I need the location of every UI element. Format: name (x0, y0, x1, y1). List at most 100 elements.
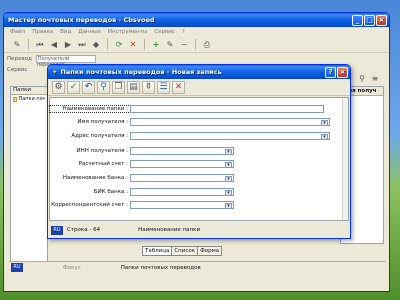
edit-record-icon[interactable]: ✎ (165, 40, 175, 50)
menu-file[interactable]: Файл (10, 29, 25, 35)
form-row: Адрес получателя : ▾ (50, 131, 350, 140)
folder-name-input[interactable] (130, 104, 324, 113)
form-scrollbar[interactable] (342, 98, 348, 220)
menu-bar: Файл Правка Вид Данные Инструменты Серви… (4, 27, 389, 37)
corr-account-input[interactable]: ▾ (130, 200, 234, 209)
chevron-down-icon[interactable]: ▾ (225, 175, 232, 182)
record-form: Наименование папки : Имя получателя : ▾ … (49, 97, 349, 221)
language-indicator[interactable]: RU (11, 263, 23, 272)
filter-icon[interactable]: ⚲ (357, 73, 367, 83)
transfer-label: Перевод (7, 55, 32, 62)
form-row: Наименование папки : (49, 104, 350, 113)
dialog-help-button[interactable]: ? (325, 66, 336, 78)
tab-form[interactable]: Форма (197, 246, 223, 256)
service-label: Сервис (7, 66, 28, 73)
toolbar-separator (107, 39, 108, 50)
chevron-down-icon[interactable]: ▾ (321, 119, 328, 126)
remove-icon[interactable]: − (179, 40, 189, 50)
menu-tools[interactable]: Инструменты (108, 29, 147, 35)
bank-name-input[interactable]: ▾ (130, 173, 234, 182)
row-indicator: Строка - 64 (67, 227, 101, 233)
menu-view[interactable]: Вид (60, 29, 71, 35)
dialog-app-icon: ✦ (52, 68, 58, 76)
prev-record-icon[interactable]: ◀ (49, 40, 59, 50)
status-center: Папки почтовых переводов (120, 264, 201, 271)
folder-item[interactable]: Папки почтовых (11, 95, 47, 103)
add-icon[interactable]: + (151, 40, 161, 50)
view-tabs: Таблица Список Форма (142, 246, 223, 256)
settings-icon[interactable]: ≡ (370, 73, 380, 83)
form-row: Наименование банка : ▾ (50, 173, 350, 182)
bik-input[interactable]: ▾ (130, 187, 234, 196)
chevron-down-icon[interactable]: ▾ (225, 148, 232, 155)
field-label: Наименование банка : (62, 174, 128, 181)
field-label: Наименование папки : (49, 104, 131, 113)
account-input[interactable]: ▾ (130, 159, 234, 168)
toolbar-separator (195, 39, 196, 50)
current-field-indicator: Наименование папки (138, 227, 201, 233)
save-check-icon[interactable]: ✓ (67, 80, 80, 94)
menu-data[interactable]: Данные (78, 29, 101, 35)
menu-service[interactable]: Сервис (154, 29, 175, 35)
dialog-title: Папки почтовых переводов - Новая запись (60, 68, 222, 76)
form-row: БИК банка : ▾ (50, 187, 350, 196)
close-button[interactable]: × (376, 14, 387, 26)
folders-panel: Папки Папки почтовых (10, 86, 48, 266)
dialog-title-bar[interactable]: ✦ Папки почтовых переводов - Новая запис… (48, 65, 350, 79)
paste-icon[interactable]: ▤ (127, 80, 140, 94)
first-record-icon[interactable]: ⏮ (35, 40, 45, 50)
recipient-inn-input[interactable]: ▾ (130, 146, 234, 155)
field-label: Имя получателя : (77, 118, 128, 125)
dialog-close-button[interactable]: × (337, 66, 348, 78)
more-icon[interactable]: ◆ (91, 40, 101, 50)
recipient-name-input[interactable]: ▾ (130, 117, 330, 126)
main-title-bar[interactable]: Мастер почтовых переводов - Cbsvoed _ □ … (4, 13, 389, 27)
new-record-dialog: ✦ Папки почтовых переводов - Новая запис… (47, 64, 351, 239)
minimize-button[interactable]: _ (352, 14, 363, 26)
status-left: Фокус (63, 264, 81, 271)
dialog-status-bar: RU Строка - 64 Наименование папки (49, 223, 349, 237)
chevron-down-icon[interactable]: ▾ (225, 189, 232, 196)
tab-list[interactable]: Список (171, 246, 199, 256)
dialog-toolbar: ⚙ ✓ ↶ ⚲ ❐ ▤ ⚱ ☰ ✕ (48, 79, 350, 96)
toolbar-separator (28, 39, 29, 50)
filter-icon[interactable]: ⚱ (142, 80, 155, 94)
chevron-down-icon[interactable]: ▾ (225, 161, 232, 168)
form-row: Корреспондентский счет : ▾ (50, 200, 350, 209)
field-label: Корреспондентский счет : (51, 201, 128, 208)
last-record-icon[interactable]: ⏭ (77, 40, 87, 50)
delete-icon[interactable]: ✕ (128, 40, 138, 50)
copy-icon[interactable]: ❐ (112, 80, 125, 94)
tab-table[interactable]: Таблица (142, 246, 173, 256)
refresh-icon[interactable]: ⟳ (114, 40, 124, 50)
next-record-icon[interactable]: ▶ (63, 40, 73, 50)
print-icon[interactable]: ⎙ (202, 40, 212, 50)
list-icon[interactable]: ☰ (157, 80, 170, 94)
maximize-button[interactable]: □ (364, 14, 375, 26)
recipient-address-input[interactable]: ▾ (130, 131, 330, 140)
chevron-down-icon[interactable]: ▾ (321, 133, 328, 140)
form-row: ИНН получателя : ▾ (50, 146, 350, 155)
folder-icon (13, 96, 18, 102)
main-title: Мастер почтовых переводов - Cbsvoed (8, 16, 155, 24)
field-label: ИНН получателя : (76, 147, 129, 154)
recipients-field[interactable]: Получатели переводов (35, 54, 96, 68)
delete-record-icon[interactable]: ✕ (172, 80, 185, 94)
menu-help[interactable]: ? (182, 29, 185, 35)
folders-header: Папки (11, 87, 47, 95)
dialog-language-indicator[interactable]: RU (51, 225, 63, 235)
form-row: Имя получателя : ▾ (50, 117, 350, 126)
toolbar-separator (144, 39, 145, 50)
edit-icon[interactable]: ✎ (12, 40, 22, 50)
field-label: БИК банка : (93, 188, 128, 195)
search-icon[interactable]: ⚲ (97, 80, 110, 94)
chevron-down-icon[interactable]: ▾ (225, 202, 232, 209)
undo-icon[interactable]: ↶ (82, 80, 95, 94)
settings-gear-icon[interactable]: ⚙ (52, 80, 65, 94)
table-icons: ⚲ ≡ (357, 73, 380, 83)
menu-edit[interactable]: Правка (32, 29, 53, 35)
main-status-bar: RU Фокус Папки почтовых переводов (9, 261, 386, 273)
filter-row: Перевод Получатели переводов (4, 53, 389, 68)
field-label: Расчетный счет : (78, 160, 128, 167)
field-label: Адрес получателя : (71, 132, 128, 139)
